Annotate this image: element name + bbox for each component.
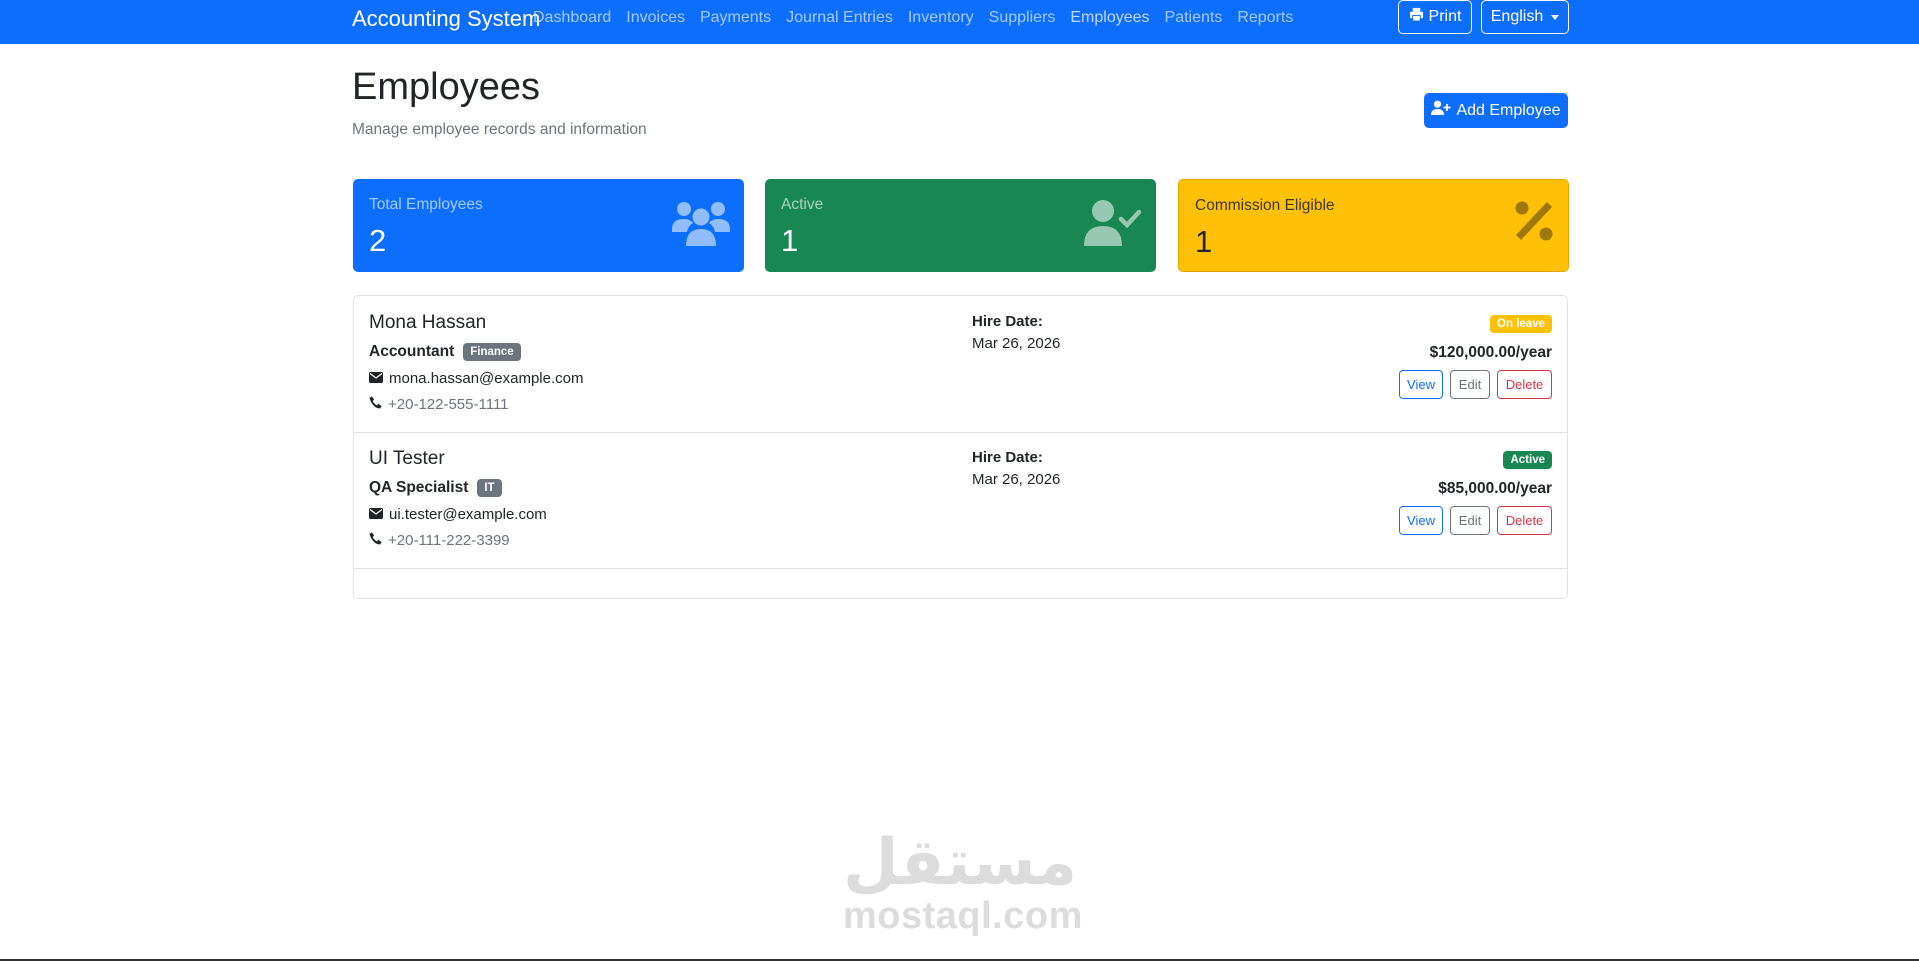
page-title: Employees	[352, 66, 540, 108]
edit-button[interactable]: Edit	[1450, 370, 1490, 399]
user-plus-icon	[1431, 100, 1451, 121]
page-subtitle: Manage employee records and information	[352, 121, 647, 138]
employee-name: Mona Hassan	[369, 312, 487, 333]
percent-icon	[1514, 200, 1554, 247]
brand-title[interactable]: Accounting System	[352, 6, 540, 32]
status-badge: Active	[1503, 451, 1552, 469]
hire-date-value: Mar 26, 2026	[972, 471, 1061, 488]
employee-email: ui.tester@example.com	[369, 506, 547, 523]
delete-button[interactable]: Delete	[1497, 370, 1552, 399]
employee-list: Mona Hassan Accountant Finance mona.hass…	[353, 295, 1568, 599]
stat-value: 2	[369, 223, 387, 258]
edit-button[interactable]: Edit	[1450, 506, 1490, 535]
envelope-icon	[369, 370, 383, 387]
hire-date-label: Hire Date:	[972, 313, 1043, 330]
employee-row: UI Tester QA Specialist IT ui.tester@exa…	[354, 432, 1567, 569]
delete-button[interactable]: Delete	[1497, 506, 1552, 535]
envelope-icon	[369, 506, 383, 523]
salary: $85,000.00/year	[1438, 480, 1552, 497]
nav-link-dashboard[interactable]: Dashboard	[533, 9, 611, 27]
hire-date-value: Mar 26, 2026	[972, 335, 1061, 352]
stat-label: Total Employees	[369, 196, 483, 213]
phone-text: +20-122-555-1111	[388, 396, 509, 413]
stat-label: Commission Eligible	[1195, 197, 1335, 214]
phone-icon	[369, 396, 382, 413]
department-badge: Finance	[463, 343, 521, 361]
watermark-latin: mostaql.com	[843, 895, 1083, 937]
employee-phone: +20-122-555-1111	[369, 396, 509, 413]
stat-card-commission-eligible: Commission Eligible 1	[1178, 179, 1569, 272]
user-check-icon	[1084, 199, 1142, 252]
row-actions: View Edit Delete	[1399, 506, 1552, 535]
employee-role: QA Specialist IT	[369, 479, 502, 497]
role-text: QA Specialist	[369, 479, 469, 496]
nav-link-employees[interactable]: Employees	[1070, 9, 1149, 27]
users-icon	[672, 199, 730, 252]
add-employee-button[interactable]: Add Employee	[1424, 93, 1568, 128]
employee-phone: +20-111-222-3399	[369, 532, 510, 549]
language-label: English	[1490, 8, 1544, 25]
stat-value: 1	[1195, 224, 1213, 259]
print-label: Print	[1428, 8, 1462, 25]
nav-link-invoices[interactable]: Invoices	[626, 9, 685, 27]
nav-link-reports[interactable]: Reports	[1237, 9, 1293, 27]
nav-link-suppliers[interactable]: Suppliers	[989, 9, 1056, 27]
employee-email: mona.hassan@example.com	[369, 370, 584, 387]
watermark-logo: مستقل mostaql.com	[843, 826, 1083, 937]
language-dropdown[interactable]: English	[1481, 0, 1569, 34]
watermark-arabic: مستقل	[843, 826, 1078, 900]
stat-card-total-employees: Total Employees 2	[353, 179, 744, 272]
nav-link-inventory[interactable]: Inventory	[908, 9, 974, 27]
stat-value: 1	[781, 223, 799, 258]
hire-date-label: Hire Date:	[972, 449, 1043, 466]
add-employee-label: Add Employee	[1456, 101, 1561, 119]
nav-links: Dashboard Invoices Payments Journal Entr…	[533, 9, 1308, 27]
employee-row: Mona Hassan Accountant Finance mona.hass…	[354, 296, 1567, 433]
email-text: ui.tester@example.com	[389, 506, 547, 523]
department-badge: IT	[477, 479, 502, 497]
print-button[interactable]: Print	[1398, 0, 1472, 34]
status-badge: On leave	[1490, 315, 1552, 333]
view-button[interactable]: View	[1399, 370, 1443, 399]
caret-down-icon	[1551, 14, 1560, 20]
employee-role: Accountant Finance	[369, 343, 521, 361]
phone-icon	[369, 532, 382, 549]
phone-text: +20-111-222-3399	[388, 532, 510, 549]
stat-card-active: Active 1	[765, 179, 1156, 272]
top-navbar: Accounting System Dashboard Invoices Pay…	[0, 0, 1919, 44]
printer-icon	[1409, 7, 1424, 27]
salary: $120,000.00/year	[1429, 344, 1552, 361]
nav-link-patients[interactable]: Patients	[1165, 9, 1223, 27]
nav-link-payments[interactable]: Payments	[700, 9, 771, 27]
view-button[interactable]: View	[1399, 506, 1443, 535]
role-text: Accountant	[369, 343, 455, 360]
employee-name: UI Tester	[369, 448, 445, 469]
row-actions: View Edit Delete	[1399, 370, 1552, 399]
stat-label: Active	[781, 196, 824, 213]
nav-link-journal-entries[interactable]: Journal Entries	[786, 9, 893, 27]
email-text: mona.hassan@example.com	[389, 370, 584, 387]
